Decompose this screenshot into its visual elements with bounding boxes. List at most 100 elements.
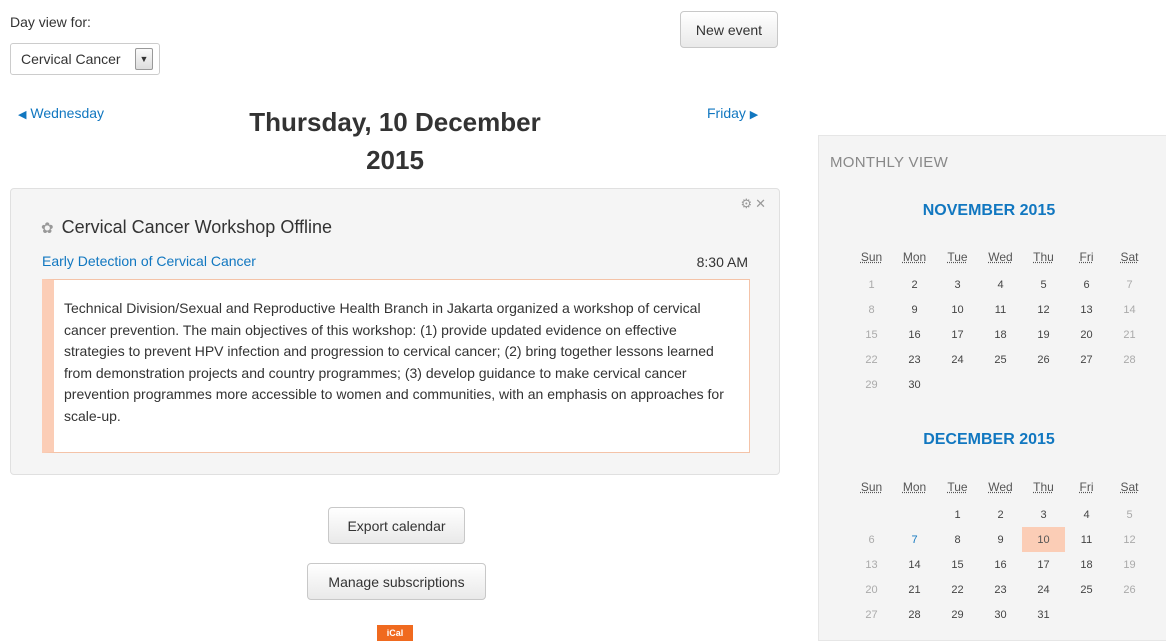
month-title-december[interactable]: DECEMBER 2015 bbox=[819, 431, 1159, 449]
calendar-day: 23 bbox=[994, 583, 1007, 596]
calendar-empty-cell bbox=[979, 372, 1022, 397]
calendar-day: 26 bbox=[1037, 353, 1050, 366]
weekday-header: Sat bbox=[1120, 480, 1139, 494]
calendar-day: 2 bbox=[911, 278, 918, 291]
event-time: 8:30 AM bbox=[696, 254, 748, 270]
calendar-day: 18 bbox=[1080, 558, 1093, 571]
calendar-week: 1 2 3 4 5 bbox=[850, 502, 1151, 527]
monthly-view-block: MONTHLY VIEW NOVEMBER 2015 Sun Mon Tue Wed T… bbox=[818, 135, 1166, 641]
course-select[interactable]: Cervical Cancer ▼ bbox=[10, 43, 160, 75]
calendar-empty-cell bbox=[1065, 372, 1108, 397]
chevron-down-icon[interactable]: ▼ bbox=[135, 48, 153, 70]
event-name: Cervical Cancer Workshop Offline bbox=[61, 217, 333, 237]
event-description-text: Technical Division/Sexual and Reproducti… bbox=[64, 300, 724, 424]
event-description: Technical Division/Sexual and Reproducti… bbox=[42, 279, 750, 453]
course-select-value: Cervical Cancer bbox=[21, 51, 121, 67]
calendar-day: 14 bbox=[908, 558, 921, 571]
calendar-day: 27 bbox=[865, 608, 878, 621]
calendar-day: 16 bbox=[994, 558, 1007, 571]
calendar-day: 19 bbox=[1123, 558, 1136, 571]
calendar-day: 15 bbox=[951, 558, 964, 571]
triangle-left-icon: ◀ bbox=[18, 109, 27, 121]
calendar-day: 26 bbox=[1123, 583, 1136, 596]
calendar-day: 29 bbox=[865, 378, 878, 391]
calendar-day: 15 bbox=[865, 328, 878, 341]
calendar-day: 25 bbox=[1080, 583, 1093, 596]
calendar-day-event[interactable]: 7 bbox=[893, 527, 936, 552]
calendar-day: 24 bbox=[1037, 583, 1050, 596]
calendar-day: 28 bbox=[1123, 353, 1136, 366]
calendar-day: 3 bbox=[1040, 508, 1047, 521]
calendar-day: 17 bbox=[1037, 558, 1050, 571]
month-title-november[interactable]: NOVEMBER 2015 bbox=[819, 202, 1159, 220]
calendar-day: 9 bbox=[911, 303, 918, 316]
gear-icon[interactable]: ⚙ bbox=[740, 196, 755, 211]
calendar-week: 29 30 bbox=[850, 372, 1151, 397]
calendar-day-today[interactable]: 10 bbox=[1022, 527, 1065, 552]
export-calendar-button[interactable]: Export calendar bbox=[328, 507, 465, 544]
event-course-link[interactable]: Early Detection of Cervical Cancer bbox=[42, 253, 256, 269]
calendar-week: 15 16 17 18 19 20 21 bbox=[850, 322, 1151, 347]
calendar-day: 25 bbox=[994, 353, 1007, 366]
calendar-day: 4 bbox=[997, 278, 1004, 291]
calendar-week: 1 2 3 4 5 6 7 bbox=[850, 272, 1151, 297]
calendar-day: 24 bbox=[951, 353, 964, 366]
ical-link[interactable]: iCal bbox=[377, 625, 413, 641]
calendar-day: 28 bbox=[908, 608, 921, 621]
calendar-day: 22 bbox=[865, 353, 878, 366]
day-view-label: Day view for: bbox=[10, 14, 91, 30]
calendar-day: 9 bbox=[997, 533, 1004, 546]
calendar-day: 11 bbox=[994, 303, 1007, 316]
calendar-day: 6 bbox=[1083, 278, 1090, 291]
weekday-header: Fri bbox=[1079, 480, 1094, 494]
calendar-week: 22 23 24 25 26 27 28 bbox=[850, 347, 1151, 372]
weekday-header: Sun bbox=[860, 250, 883, 264]
calendar-day: 1 bbox=[868, 278, 875, 291]
calendar-day: 8 bbox=[868, 303, 875, 316]
calendar-day: 30 bbox=[994, 608, 1007, 621]
calendar-week: 6 7 8 9 10 11 12 bbox=[850, 527, 1151, 552]
calendar-day: 31 bbox=[1037, 608, 1050, 621]
calendar-day: 5 bbox=[1040, 278, 1047, 291]
weekday-header: Wed bbox=[988, 250, 1013, 264]
weekday-header: Wed bbox=[988, 480, 1013, 494]
page-title-line2: 2015 bbox=[366, 145, 424, 175]
calendar-empty-cell bbox=[936, 372, 979, 397]
calendar-day: 20 bbox=[1080, 328, 1093, 341]
calendar-day: 8 bbox=[954, 533, 961, 546]
calendar-day: 14 bbox=[1123, 303, 1136, 316]
event-card: ⚙✕ ✿ Cervical Cancer Workshop Offline Ea… bbox=[10, 188, 780, 475]
calendar-week: 8 9 10 11 12 13 14 bbox=[850, 297, 1151, 322]
weekday-header: Mon bbox=[902, 250, 927, 264]
weekday-header: Thu bbox=[1033, 480, 1054, 494]
calendar-december: Sun Mon Tue Wed Thu Fri Sat 1 2 3 4 5 6 7 8 9 10 11 12 13 1… bbox=[850, 472, 1151, 627]
next-day-label: Friday bbox=[707, 105, 746, 121]
weekday-header: Tue bbox=[947, 480, 968, 494]
calendar-week: 27 28 29 30 31 bbox=[850, 602, 1151, 627]
manage-subscriptions-button[interactable]: Manage subscriptions bbox=[307, 563, 486, 600]
previous-day-link[interactable]: ◀ Wednesday bbox=[18, 105, 104, 121]
event-title: ✿ Cervical Cancer Workshop Offline bbox=[41, 217, 332, 238]
calendar-day: 27 bbox=[1080, 353, 1093, 366]
calendar-empty-cell bbox=[1065, 602, 1108, 627]
calendar-day: 16 bbox=[908, 328, 921, 341]
next-day-link[interactable]: Friday ▶ bbox=[707, 105, 758, 121]
page-title: Thursday, 10 December 2015 bbox=[240, 103, 550, 179]
calendar-day: 4 bbox=[1083, 508, 1090, 521]
calendar-day: 3 bbox=[954, 278, 961, 291]
calendar-day: 21 bbox=[908, 583, 921, 596]
event-actions: ⚙✕ bbox=[740, 196, 769, 212]
calendar-day: 29 bbox=[951, 608, 964, 621]
calendar-day: 6 bbox=[868, 533, 875, 546]
page-title-line1: Thursday, 10 December bbox=[249, 107, 541, 137]
calendar-day: 2 bbox=[997, 508, 1004, 521]
calendar-week: 13 14 15 16 17 18 19 bbox=[850, 552, 1151, 577]
calendar-empty-cell bbox=[1108, 372, 1151, 397]
weekday-header: Sun bbox=[860, 480, 883, 494]
triangle-right-icon: ▶ bbox=[749, 109, 759, 121]
calendar-day: 5 bbox=[1126, 508, 1133, 521]
calendar-day: 13 bbox=[1080, 303, 1093, 316]
close-icon[interactable]: ✕ bbox=[755, 196, 769, 211]
new-event-button[interactable]: New event bbox=[680, 11, 778, 48]
calendar-empty-cell bbox=[893, 502, 936, 527]
